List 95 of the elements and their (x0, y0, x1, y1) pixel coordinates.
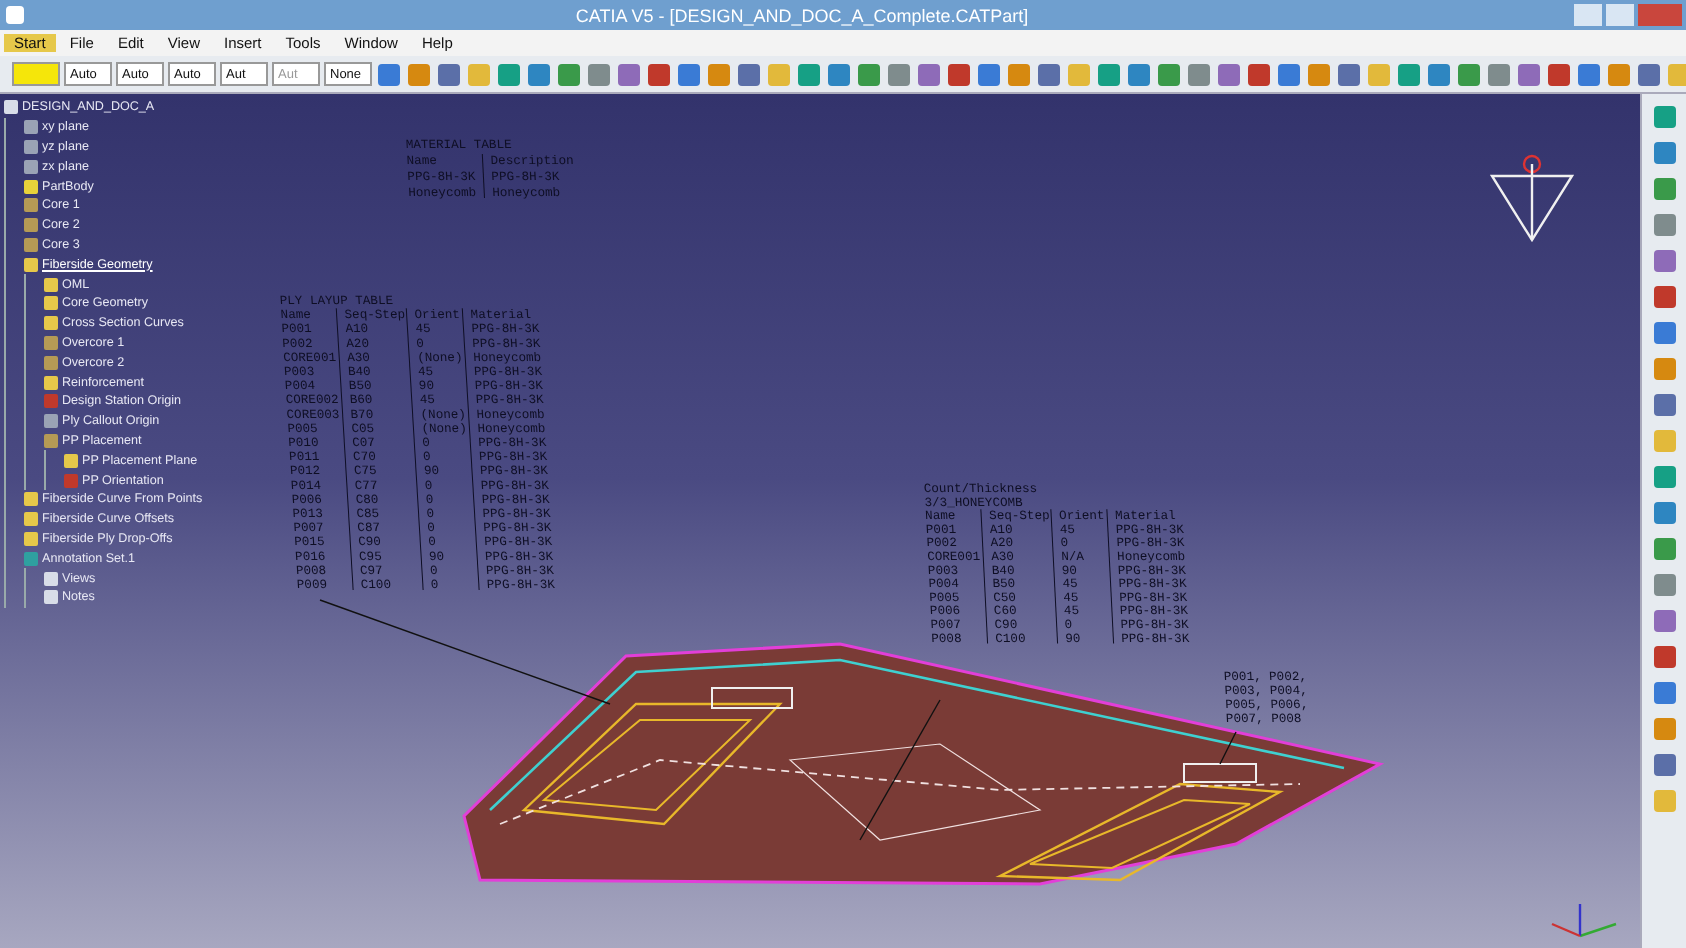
tool-icon[interactable] (1008, 63, 1030, 85)
tool-icon[interactable] (1518, 63, 1540, 85)
tool-icon[interactable] (1158, 63, 1180, 85)
tool-icon[interactable] (1653, 646, 1675, 668)
tool-icon[interactable] (1653, 106, 1675, 128)
tool-icon[interactable] (588, 63, 610, 85)
tool-icon[interactable] (1248, 63, 1270, 85)
tool-icon[interactable] (858, 63, 880, 85)
tool-icon[interactable] (1653, 178, 1675, 200)
tree-node-icon (24, 237, 38, 252)
tool-icon[interactable] (1653, 250, 1675, 272)
tool-icon[interactable] (1653, 502, 1675, 524)
window-title: CATIA V5 - [DESIGN_AND_DOC_A_Complete.CATPart] (573, 5, 1031, 25)
tool-icon[interactable] (1653, 466, 1675, 488)
tool-icon[interactable] (1653, 214, 1675, 236)
tool-icon[interactable] (1188, 63, 1210, 85)
tree-node-icon (44, 394, 58, 409)
tool-icon[interactable] (1653, 610, 1675, 632)
tool-icon[interactable] (1098, 63, 1120, 85)
tree-node-icon (24, 218, 38, 233)
tree-node-icon (44, 355, 58, 370)
tool-icon[interactable] (1218, 63, 1240, 85)
tool-icon[interactable] (1338, 63, 1360, 85)
tree-node-icon (24, 139, 38, 154)
column-divider (1050, 508, 1059, 645)
tree-node-icon (44, 335, 58, 350)
column-divider (481, 153, 485, 199)
tool-icon[interactable] (1653, 142, 1675, 164)
tree-node-icon (44, 316, 58, 331)
tool-icon[interactable] (1638, 63, 1660, 85)
tool-icon[interactable] (1653, 394, 1675, 416)
tree-node-icon (64, 473, 78, 488)
tool-icon[interactable] (648, 63, 670, 85)
tree-node-icon (24, 120, 38, 135)
color-dropdown[interactable] (12, 62, 60, 86)
leader-line (1219, 731, 1237, 765)
app-icon (6, 6, 24, 24)
column-divider (1106, 508, 1115, 645)
tool-icon[interactable] (1653, 358, 1675, 380)
tree-node-icon (44, 433, 58, 448)
tree-node-icon (24, 551, 38, 566)
tool-icon[interactable] (1653, 718, 1675, 740)
tool-icon[interactable] (1653, 682, 1675, 704)
tree-node-icon (24, 179, 38, 194)
tool-icon[interactable] (1653, 574, 1675, 596)
tree-node-icon (44, 590, 58, 605)
compass-icon[interactable] (1489, 154, 1575, 243)
tree-node-icon (44, 296, 58, 311)
tool-icon[interactable] (1428, 63, 1450, 85)
tool-icon[interactable] (1038, 63, 1060, 85)
tool-icon[interactable] (828, 63, 850, 85)
tool-icon[interactable] (618, 63, 640, 85)
tree-node-icon (44, 571, 58, 586)
tool-icon[interactable] (1128, 63, 1150, 85)
tree-node-icon (24, 492, 38, 507)
tool-icon[interactable] (678, 63, 700, 85)
tool-icon[interactable] (798, 63, 820, 85)
tree-node-icon (44, 375, 58, 390)
tool-icon[interactable] (1653, 286, 1675, 308)
tool-icon[interactable] (708, 63, 730, 85)
tool-icon[interactable] (1548, 63, 1570, 85)
tree-node-icon (24, 257, 38, 272)
tool-icon[interactable] (738, 63, 760, 85)
tool-icon[interactable] (1398, 63, 1420, 85)
tool-icon[interactable] (918, 63, 940, 85)
tool-icon[interactable] (1308, 63, 1330, 85)
tree-node-icon (24, 159, 38, 174)
tree-node-icon (64, 453, 78, 468)
axis-icon (1551, 904, 1617, 938)
tool-icon[interactable] (378, 63, 400, 85)
tool-icon[interactable] (558, 63, 580, 85)
tree-node-icon (24, 512, 38, 527)
tool-icon[interactable] (978, 63, 1000, 85)
tool-icon[interactable] (1278, 63, 1300, 85)
tree-node-icon (24, 198, 38, 213)
tool-icon[interactable] (498, 63, 520, 85)
tool-icon[interactable] (528, 63, 550, 85)
tool-icon[interactable] (1653, 538, 1675, 560)
column-divider (980, 508, 989, 645)
tool-icon[interactable] (948, 63, 970, 85)
tool-icon[interactable] (1578, 63, 1600, 85)
tool-icon[interactable] (1653, 754, 1675, 776)
tree-node-icon (44, 277, 58, 292)
tool-icon[interactable] (408, 63, 430, 85)
tree-node-icon (4, 100, 18, 115)
tree-node-icon (44, 414, 58, 429)
tool-icon[interactable] (888, 63, 910, 85)
tool-icon[interactable] (1653, 322, 1675, 344)
tool-icon[interactable] (1458, 63, 1480, 85)
tool-icon[interactable] (438, 63, 460, 85)
tool-icon[interactable] (1488, 63, 1510, 85)
leader-line (859, 699, 941, 841)
tree-node-icon (24, 531, 38, 546)
tool-icon[interactable] (1608, 63, 1630, 85)
3d-viewport[interactable] (0, 94, 1640, 948)
